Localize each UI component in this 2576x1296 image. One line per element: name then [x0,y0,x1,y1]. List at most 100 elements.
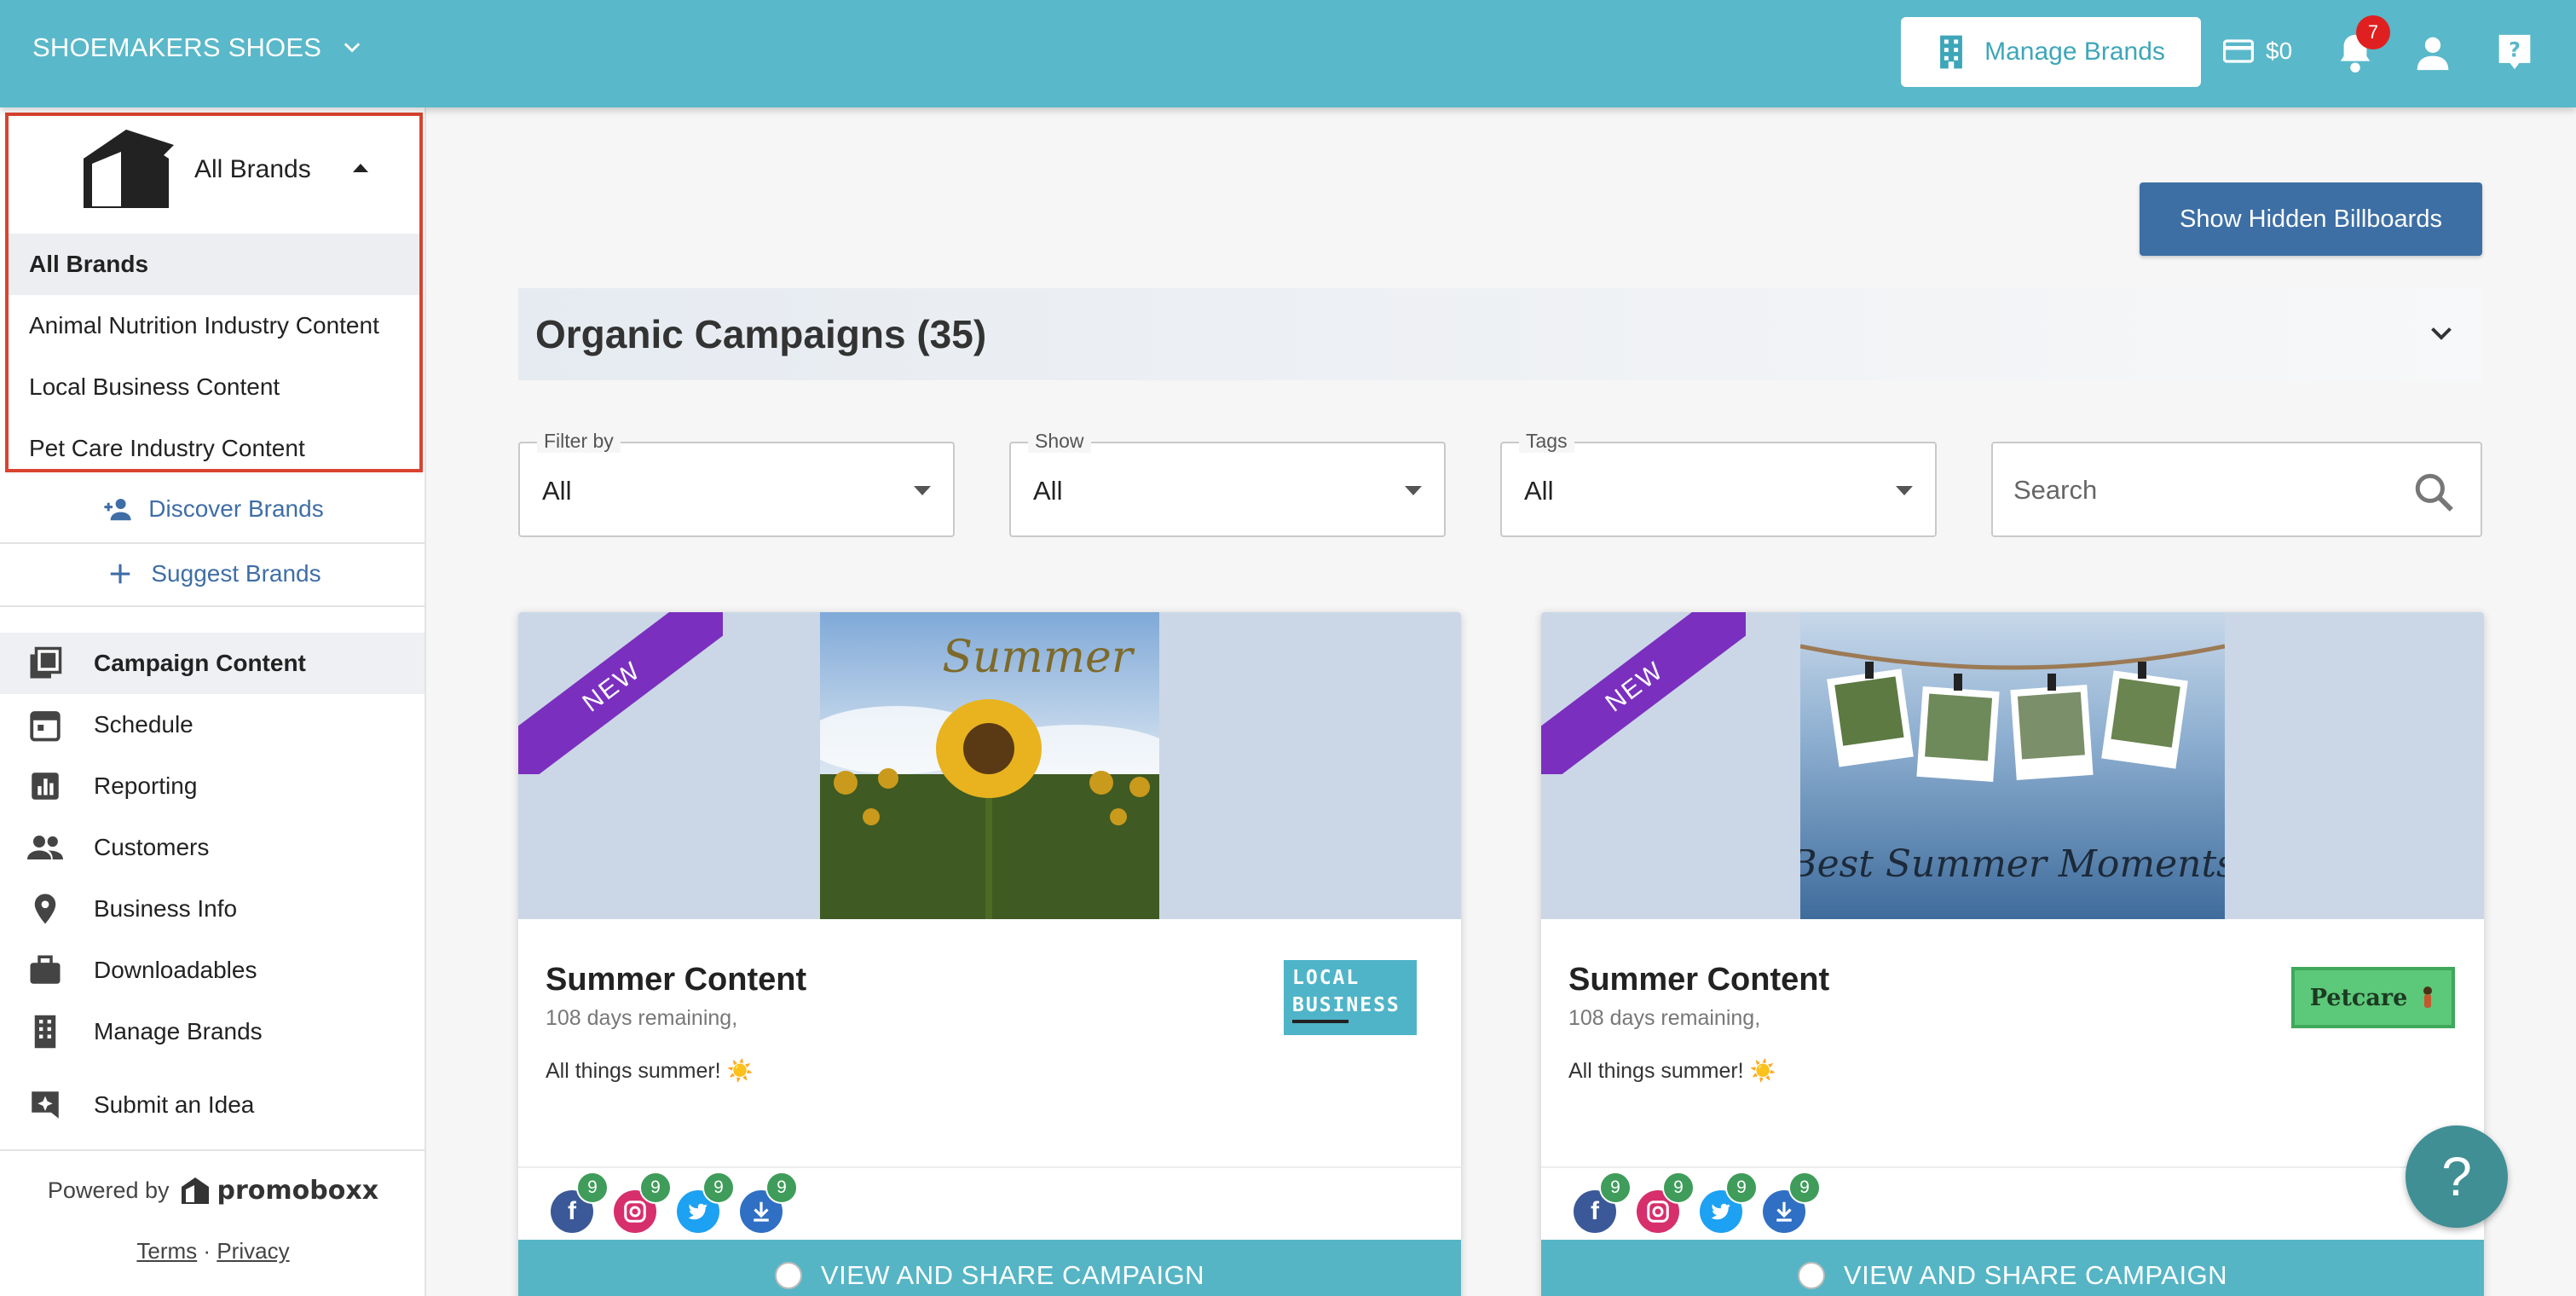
nav-label: Submit an Idea [94,1091,255,1118]
campaign-card[interactable]: Summer NEW Summer Content 108 days remai… [518,612,1461,1296]
campaign-card[interactable]: Best Summer Moments NEW Summer Content 1… [1541,612,2484,1296]
nav-reporting[interactable]: Reporting [0,755,425,817]
nav-label: Downloadables [94,957,257,983]
brand-option-all-brands[interactable]: All Brands [9,234,419,295]
sidebar-divider [0,605,426,607]
channel-count: 9 [1788,1172,1821,1204]
campaign-content-icon [30,646,62,679]
sidebar-divider [0,1149,426,1151]
field-value: All [1033,476,1063,506]
people-icon [27,836,63,859]
nav-campaign-content[interactable]: Campaign Content [0,633,425,694]
channel-count: 9 [765,1172,798,1204]
campaign-title: Summer Content [1568,962,1830,998]
hero-script-text: Best Summer Moments [1800,842,2225,886]
idea-icon [32,1091,59,1119]
campaign-title: Summer Content [546,962,807,998]
nav-customers[interactable]: Customers [0,817,425,878]
discover-brands-link[interactable]: Discover Brands [0,477,426,541]
dog-icon [2423,986,2433,1008]
promoboxx-logo-text: promoboxx [217,1175,379,1206]
add-person-icon [104,499,131,521]
brand-dropdown[interactable]: All Brands All Brands Animal Nutrition I… [5,113,423,472]
calendar-icon [30,711,61,742]
brand-option-pet-care[interactable]: Pet Care Industry Content [9,418,419,479]
brand-dropdown-selected: All Brands [194,155,311,183]
org-switcher[interactable]: SHOEMAKERS SHOES [32,32,364,63]
brand-logo-line: Petcare [2309,984,2408,1011]
channel-count: 9 [702,1172,735,1204]
channel-count: 9 [1725,1172,1758,1204]
user-icon[interactable] [2414,34,2452,72]
legal-separator: · [203,1238,211,1264]
briefcase-icon [30,955,61,984]
search-input[interactable] [2013,469,2388,512]
sunflower-image: Summer [820,612,1159,919]
field-value: All [1524,476,1554,506]
search-field[interactable] [1991,442,2482,537]
discover-brands-label: Discover Brands [148,495,324,522]
radio-icon [1797,1262,1825,1289]
new-ribbon: NEW [1541,612,1746,774]
campaign-description: All things summer! ☀️ [546,1059,754,1083]
field-label: Tags [1519,430,1574,453]
field-label: Show [1028,430,1091,453]
campaign-hero: Summer NEW [518,612,1461,919]
notification-badge: 7 [2356,15,2390,49]
brand-option-animal-nutrition[interactable]: Animal Nutrition Industry Content [9,295,419,356]
caret-down-icon [1896,486,1913,495]
radio-icon [774,1262,802,1289]
organic-campaigns-header[interactable]: Organic Campaigns (35) [518,288,2482,380]
view-and-share-campaign-button[interactable]: VIEW AND SHARE CAMPAIGN [1541,1240,2484,1296]
search-icon[interactable] [2412,471,2455,513]
nav-label: Customers [94,834,210,860]
brand-dropdown-header[interactable]: All Brands [9,116,419,234]
location-pin-icon [34,894,56,924]
new-ribbon-label: NEW [1541,612,1746,774]
building-icon [34,1015,56,1049]
campaign-remaining: 108 days remaining, [1568,1006,1761,1030]
field-value: All [542,476,572,506]
help-chat-button[interactable]: ? [2406,1125,2508,1228]
terms-link[interactable]: Terms [136,1238,197,1264]
new-ribbon: NEW [518,612,723,774]
nav-manage-brands[interactable]: Manage Brands [0,1001,425,1062]
show-hidden-billboards-button[interactable]: Show Hidden Billboards [2140,182,2482,256]
credit-card-icon [2223,39,2254,63]
brand-logo-line: LOCAL [1292,967,1360,989]
wallet-balance[interactable]: $0 [2223,38,2292,65]
show-select[interactable]: Show All [1009,430,1446,537]
privacy-link[interactable]: Privacy [217,1238,289,1264]
chevron-down-icon [2431,327,2452,340]
suggest-brands-label: Suggest Brands [151,560,321,587]
brand-logo-underline [1292,1020,1349,1023]
nav-business-info[interactable]: Business Info [0,878,425,940]
hero-script-text: Summer [942,632,1135,683]
powered-by-label: Powered by [47,1177,170,1203]
filter-by-select[interactable]: Filter by All [518,430,955,537]
campaign-hero: Best Summer Moments NEW [1541,612,2484,919]
tags-select[interactable]: Tags All [1500,430,1937,537]
sidebar: All Brands All Brands Animal Nutrition I… [0,107,426,1296]
nav-label: Schedule [94,711,193,738]
nav-schedule[interactable]: Schedule [0,694,425,755]
plus-icon [111,564,130,584]
view-share-label: VIEW AND SHARE CAMPAIGN [1843,1260,2228,1290]
caret-down-icon [914,486,931,495]
campaign-remaining: 108 days remaining, [546,1006,738,1030]
nav-submit-idea[interactable]: Submit an Idea [0,1074,425,1136]
promoboxx-box-icon [181,1177,209,1204]
top-bar: SHOEMAKERS SHOES Manage Brands $0 7 ? [0,0,2576,107]
brand-option-local-business[interactable]: Local Business Content [9,356,419,418]
petcare-brand-logo: Petcare [2291,967,2455,1028]
summer-moments-image: Best Summer Moments [1800,612,2225,919]
view-share-label: VIEW AND SHARE CAMPAIGN [820,1260,1205,1290]
caret-down-icon [1405,486,1422,495]
new-ribbon-label: NEW [518,612,723,774]
view-and-share-campaign-button[interactable]: VIEW AND SHARE CAMPAIGN [518,1240,1461,1296]
legal-links: Terms · Privacy [0,1238,426,1264]
nav-downloadables[interactable]: Downloadables [0,940,425,1001]
manage-brands-button[interactable]: Manage Brands [1901,17,2201,87]
suggest-brands-link[interactable]: Suggest Brands [0,542,426,605]
help-icon[interactable]: ? [2496,31,2533,73]
